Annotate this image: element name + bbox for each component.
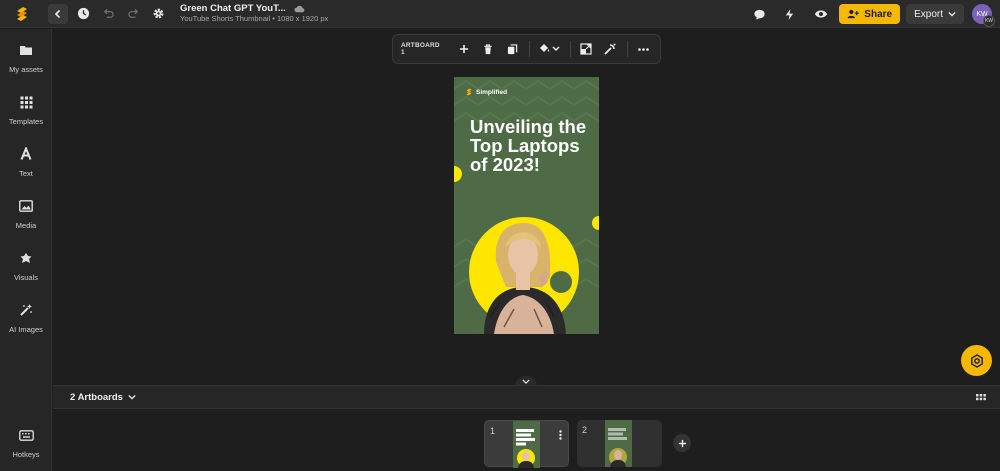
thumbnail-preview <box>513 421 540 468</box>
preview-button[interactable] <box>811 4 831 24</box>
sidebar-item-label: Visuals <box>13 273 39 282</box>
grid-icon <box>15 91 37 113</box>
thumbnail-number: 2 <box>582 425 588 435</box>
sidebar-item-templates[interactable]: Templates <box>0 91 52 126</box>
grid-view-button[interactable] <box>976 391 986 409</box>
artboard-toolbar: ARTBOARD 1 <box>392 34 661 64</box>
assistant-button[interactable] <box>961 345 992 376</box>
add-user-icon <box>847 9 860 19</box>
artboard-thumbnail[interactable]: 2 <box>577 420 662 467</box>
document-title[interactable]: Green Chat GPT YouT... <box>180 3 286 15</box>
copy-icon <box>507 43 518 54</box>
artboards-panel-header: 2 Artboards <box>53 385 1000 409</box>
artboard-headline[interactable]: Unveiling the Top Laptops of 2023! <box>470 117 590 174</box>
thumbnail-preview <box>605 420 632 467</box>
sidebar-item-text[interactable]: Text <box>0 143 52 178</box>
sidebar-item-label: Hotkeys <box>12 450 40 459</box>
sidebar-item-label: Templates <box>8 117 44 126</box>
sidebar-item-visuals[interactable]: Visuals <box>0 247 52 282</box>
sidebar-item-hotkeys[interactable]: Hotkeys <box>0 424 52 459</box>
sidebar-item-media[interactable]: Media <box>0 195 52 230</box>
sidebar-item-my-assets[interactable]: My assets <box>0 39 52 74</box>
clock-icon <box>77 7 89 20</box>
folder-icon <box>15 39 37 61</box>
artboards-panel: 1 2 <box>53 409 1000 471</box>
delete-artboard-button[interactable] <box>480 40 497 58</box>
simplified-logo-icon[interactable] <box>12 4 32 24</box>
magic-wand-icon <box>15 299 37 321</box>
user-avatar[interactable]: KW KW <box>972 4 995 27</box>
sidebar-item-label: Media <box>15 221 37 230</box>
editor-app: Green Chat GPT YouT... YouTube Shorts Th… <box>0 0 1000 471</box>
brand-name: Simplified <box>476 88 508 96</box>
export-button[interactable]: Export <box>906 4 964 24</box>
fill-color-button[interactable] <box>537 40 562 58</box>
plus-icon <box>460 45 469 53</box>
undo-button[interactable] <box>98 4 118 24</box>
sidebar-item-ai-images[interactable]: AI Images <box>0 299 52 334</box>
redo-icon <box>127 8 138 18</box>
lightning-icon <box>785 8 793 20</box>
thumbnail-number: 1 <box>490 426 496 436</box>
top-bar-actions: Share Export KW KW <box>744 0 995 28</box>
eye-icon <box>815 10 828 18</box>
magic-resize-button[interactable] <box>602 40 619 58</box>
toolbar-divider <box>528 41 530 57</box>
comments-button[interactable] <box>749 4 769 24</box>
chevron-down-icon <box>522 378 530 384</box>
toolbar-divider <box>569 41 571 57</box>
chat-bubble-icon <box>754 9 765 20</box>
workspace-badge: KW <box>983 15 995 27</box>
left-sidebar: My assets Templates Text Media Visuals A… <box>0 29 52 471</box>
back-button[interactable] <box>48 3 68 24</box>
top-bar: Green Chat GPT YouT... YouTube Shorts Th… <box>0 0 1000 28</box>
share-button[interactable]: Share <box>839 4 901 24</box>
sidebar-item-label: Text <box>19 169 33 178</box>
chevron-down-icon <box>948 11 956 17</box>
artboard-thumbnail[interactable]: 1 <box>484 420 569 468</box>
add-artboard-button[interactable] <box>456 40 473 58</box>
document-subtitle: YouTube Shorts Thumbnail • 1080 x 1920 p… <box>180 13 329 23</box>
resize-button[interactable] <box>578 40 595 58</box>
hexagon-gear-icon <box>970 353 983 368</box>
chevron-down-icon <box>128 394 136 400</box>
magic-resize-icon <box>604 43 616 55</box>
sidebar-item-label: AI Images <box>9 325 43 334</box>
keyboard-icon <box>15 424 37 446</box>
resize-icon <box>580 43 592 55</box>
export-label: Export <box>914 8 943 20</box>
gear-icon <box>153 8 163 19</box>
vertical-ellipsis-icon <box>559 430 562 440</box>
paint-bucket-icon <box>540 44 560 52</box>
ellipsis-icon <box>638 47 649 51</box>
document-info: Green Chat GPT YouT... YouTube Shorts Th… <box>180 3 329 24</box>
canvas-area[interactable]: ARTBOARD 1 Simplified Unveiling the Top … <box>53 29 1000 384</box>
duplicate-artboard-button[interactable] <box>504 40 521 58</box>
plus-icon <box>678 439 686 447</box>
redo-button[interactable] <box>123 4 143 24</box>
more-options-button[interactable] <box>635 40 652 58</box>
trash-icon <box>484 43 492 54</box>
text-icon <box>15 143 37 165</box>
simplified-mark-icon <box>466 88 472 96</box>
thumbnail-menu-button[interactable] <box>559 427 562 445</box>
settings-button[interactable] <box>148 4 168 24</box>
image-icon <box>15 195 37 217</box>
animate-button[interactable] <box>779 4 799 24</box>
brand-logo[interactable]: Simplified <box>465 88 507 96</box>
artboard-1[interactable]: Simplified Unveiling the Top Laptops of … <box>454 77 599 334</box>
shapes-icon <box>15 247 37 269</box>
history-button[interactable] <box>73 4 93 24</box>
grid-view-icon <box>976 394 986 401</box>
sidebar-item-label: My assets <box>9 65 43 74</box>
add-artboard-thumb-button[interactable] <box>673 434 691 452</box>
cloud-saved-icon <box>294 5 305 13</box>
artboards-count-label: 2 Artboards <box>70 391 123 403</box>
artboard-name[interactable]: ARTBOARD 1 <box>401 42 444 56</box>
artboards-dropdown[interactable]: 2 Artboards <box>70 392 136 403</box>
share-label: Share <box>864 8 893 20</box>
undo-icon <box>103 8 114 18</box>
toolbar-divider <box>626 41 628 57</box>
